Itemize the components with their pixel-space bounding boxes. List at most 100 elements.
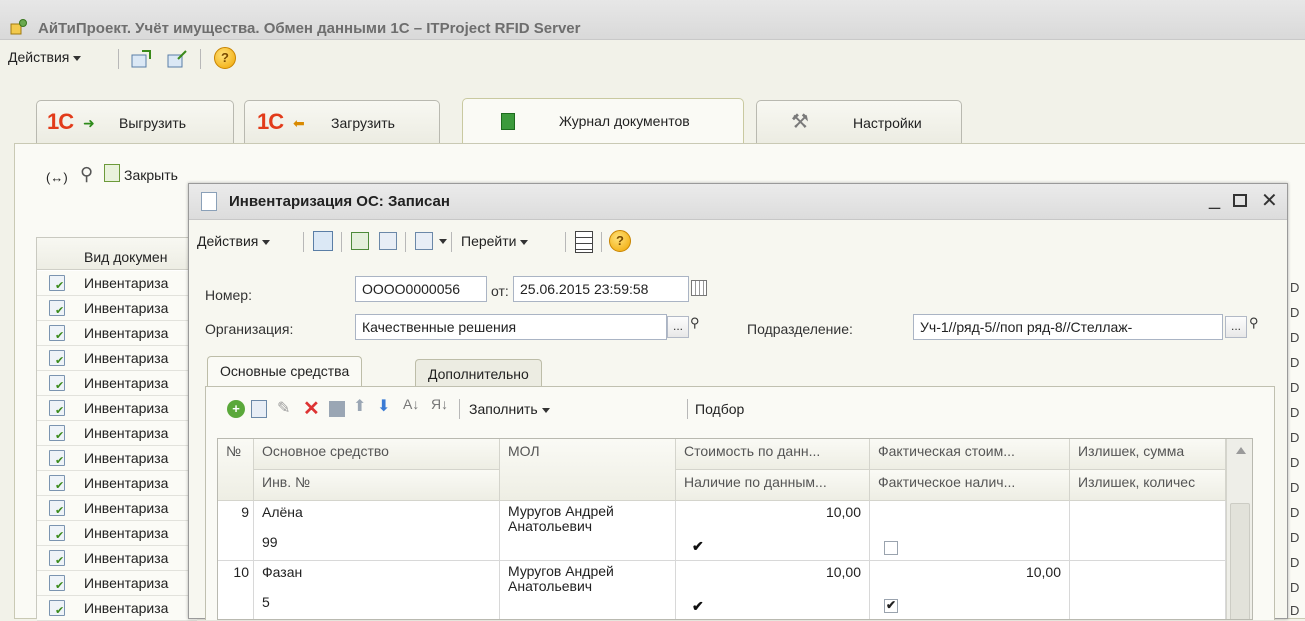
list-item[interactable]: Инвентариза xyxy=(37,321,197,346)
search-icon[interactable]: ⚲ xyxy=(690,315,700,331)
cell-inventory-number: 5 xyxy=(254,591,500,619)
list-item[interactable]: Инвентариза xyxy=(37,496,197,521)
sort-desc-icon[interactable]: Я↓ xyxy=(431,396,448,412)
1c-logo: 1С xyxy=(257,109,284,134)
edit-icon[interactable]: ✎ xyxy=(277,398,290,418)
actions-menu-label: Действия xyxy=(8,49,70,65)
goto-menu-label: Перейти xyxy=(461,233,517,249)
window-title-bar: АйТиПроект. Учёт имущества. Обмен данным… xyxy=(0,0,1305,40)
column-header-asset[interactable]: Основное средство xyxy=(254,439,500,470)
toolbar-separator xyxy=(341,232,342,252)
table-row[interactable]: 10 Фазан 5 Муругов Андрей Анатольевич 10… xyxy=(218,561,1226,619)
right-strip-cell: D xyxy=(1290,580,1300,595)
based-on-icon[interactable] xyxy=(415,232,433,250)
move-down-icon[interactable]: ⬇ xyxy=(377,396,390,416)
list-header-label: Вид докумен xyxy=(84,249,168,265)
department-select-button[interactable]: ... xyxy=(1225,316,1247,338)
save-icon[interactable] xyxy=(313,231,333,251)
chevron-down-icon xyxy=(520,239,529,245)
right-strip-cell: D xyxy=(1290,530,1300,545)
list-item[interactable]: Инвентариза xyxy=(37,596,197,621)
column-header-number[interactable]: № xyxy=(218,439,254,501)
goto-menu[interactable]: Перейти xyxy=(461,233,529,249)
tab-fixed-assets[interactable]: Основные средства xyxy=(207,356,363,387)
list-item[interactable]: Инвентариза xyxy=(37,446,197,471)
tab-additional[interactable]: Дополнительно xyxy=(415,359,542,387)
upload-icon[interactable] xyxy=(130,49,152,69)
column-header-book-cost[interactable]: Стоимость по данн... xyxy=(676,439,870,470)
search-icon[interactable]: ⚲ xyxy=(1249,315,1259,331)
list-item[interactable]: Инвентариза xyxy=(37,521,197,546)
column-header-surplus-qty[interactable]: Излишек, количес xyxy=(1070,470,1226,501)
document-icon xyxy=(49,450,65,467)
chevron-down-icon[interactable] xyxy=(439,239,447,244)
list-item[interactable]: Инвентариза xyxy=(37,346,197,371)
refresh-icon[interactable] xyxy=(351,232,369,250)
delete-icon[interactable]: ✕ xyxy=(303,396,320,421)
actual-presence-checkbox[interactable] xyxy=(884,541,898,555)
dialog-title: Инвентаризация ОС: Записан xyxy=(229,193,450,210)
date-field[interactable]: 25.06.2015 23:59:58 xyxy=(513,276,689,302)
list-item[interactable]: Инвентариза xyxy=(37,296,197,321)
download-icon[interactable] xyxy=(166,49,188,69)
tab-export[interactable]: 1С ➜ Выгрузить xyxy=(36,100,234,143)
dialog-actions-menu[interactable]: Действия xyxy=(197,233,271,249)
list-item[interactable]: Инвентариза xyxy=(37,271,197,296)
document-icon xyxy=(49,600,65,617)
list-item[interactable]: Инвентариза xyxy=(37,371,197,396)
help-icon[interactable]: ? xyxy=(214,47,236,69)
list-item[interactable]: Инвентариза xyxy=(37,471,197,496)
column-header-inventory-number[interactable]: Инв. № xyxy=(254,470,500,501)
number-label: Номер: xyxy=(205,287,252,303)
column-header-actual-cost[interactable]: Фактическая стоим... xyxy=(870,439,1070,470)
structure-icon[interactable] xyxy=(575,231,593,253)
department-field[interactable]: Уч-1//ряд-5//поп ряд-8//Стеллаж- xyxy=(913,314,1223,340)
tab-import[interactable]: 1С ⬅ Загрузить xyxy=(244,100,440,143)
list-item[interactable]: Инвентариза xyxy=(37,571,197,596)
right-strip-cell: D xyxy=(1290,455,1300,470)
scroll-up-icon[interactable] xyxy=(1236,447,1246,454)
search-icon[interactable]: ⚲ xyxy=(80,164,93,185)
list-item[interactable]: Инвентариза xyxy=(37,396,197,421)
vertical-scrollbar[interactable] xyxy=(1226,439,1252,619)
list-item[interactable]: Инвентариза xyxy=(37,421,197,446)
journal-icon xyxy=(501,113,515,130)
sort-asc-icon[interactable]: A↓ xyxy=(403,396,419,412)
right-strip-cell: D xyxy=(1290,405,1300,420)
actions-menu[interactable]: Действия xyxy=(8,49,82,65)
organization-field[interactable]: Качественные решения xyxy=(355,314,667,340)
column-header-surplus-sum[interactable]: Излишек, сумма xyxy=(1070,439,1226,470)
assets-table: № Основное средство МОЛ Стоимость по дан… xyxy=(217,438,1253,620)
move-up-icon[interactable]: ⬆ xyxy=(353,396,366,416)
calendar-icon[interactable] xyxy=(691,280,707,296)
actual-presence-checkbox[interactable]: ✔ xyxy=(884,598,898,613)
toolbar-separator xyxy=(565,232,566,252)
tab-settings-label: Настройки xyxy=(853,115,922,131)
help-icon[interactable]: ? xyxy=(609,230,631,252)
pick-button[interactable]: Подбор xyxy=(695,401,744,417)
list-item-label: Инвентариза xyxy=(84,525,169,541)
add-icon[interactable]: + xyxy=(227,400,245,418)
check-icon: ✔ xyxy=(886,598,897,612)
end-edit-icon[interactable] xyxy=(329,401,345,417)
cell-number: 9 xyxy=(218,501,254,561)
number-field[interactable]: ОООО0000056 xyxy=(355,276,487,302)
tab-document-journal[interactable]: Журнал документов xyxy=(462,98,744,144)
minimize-icon[interactable]: _ xyxy=(1209,188,1220,211)
organization-select-button[interactable]: ... xyxy=(667,316,689,338)
list-item[interactable]: Инвентариза xyxy=(37,546,197,571)
close-icon[interactable]: ✕ xyxy=(1261,188,1278,213)
tab-settings[interactable]: ⚒ Настройки xyxy=(756,100,962,143)
copy-row-icon[interactable] xyxy=(251,400,267,418)
expand-button[interactable]: (↔) xyxy=(46,170,68,185)
maximize-icon[interactable] xyxy=(1233,194,1247,207)
close-button[interactable]: Закрыть xyxy=(124,167,178,183)
copy-icon[interactable] xyxy=(379,232,397,250)
table-row[interactable]: 9 Алёна 99 Муругов Андрей Анатольевич 10… xyxy=(218,501,1226,561)
document-icon xyxy=(49,575,65,592)
fill-menu[interactable]: Заполнить xyxy=(469,401,550,417)
column-header-actual-presence[interactable]: Фактическое налич... xyxy=(870,470,1070,501)
column-header-mol[interactable]: МОЛ xyxy=(500,439,676,501)
scrollbar-thumb[interactable] xyxy=(1230,503,1250,619)
column-header-book-presence[interactable]: Наличие по данным... xyxy=(676,470,870,501)
